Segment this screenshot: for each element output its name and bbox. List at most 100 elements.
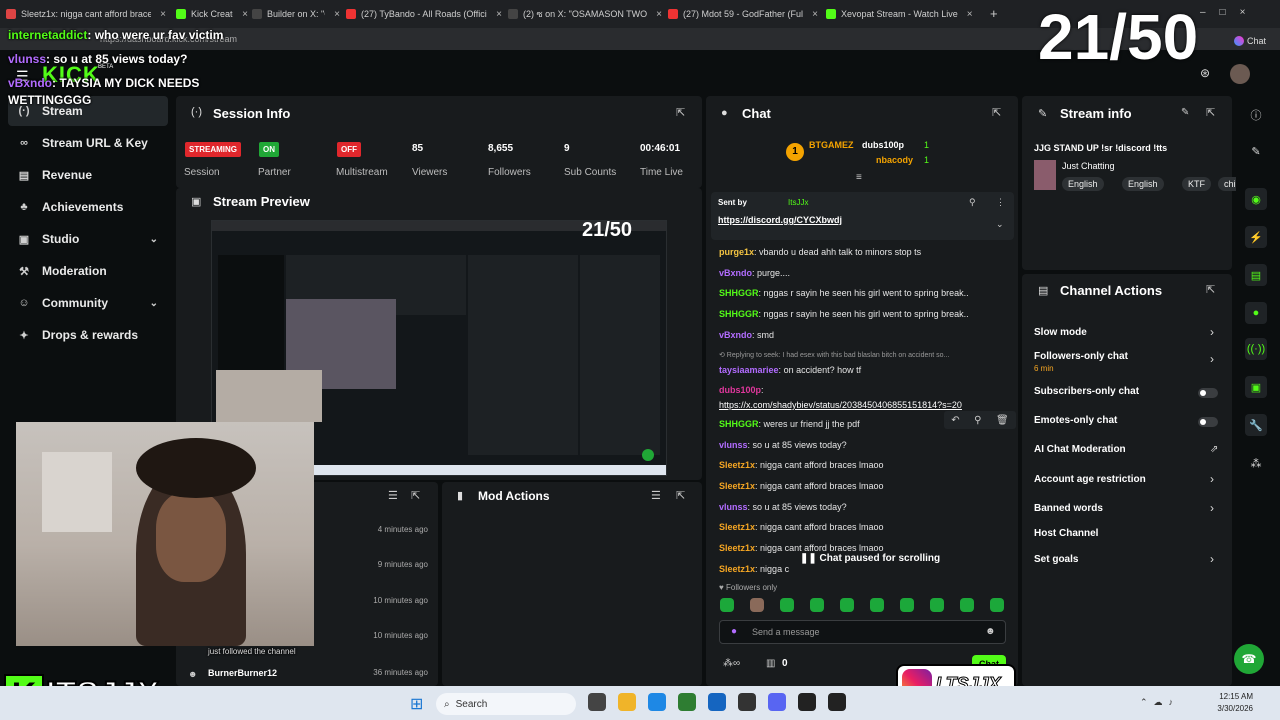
emote-icon[interactable] — [900, 598, 914, 612]
taskbar-app-icon[interactable] — [618, 693, 636, 711]
chat-popout-icon[interactable]: ⇱ — [992, 106, 1001, 119]
emotes-only-chat-toggle[interactable] — [1198, 417, 1218, 427]
emote-icon[interactable] — [750, 598, 764, 612]
taskbar-app-icon[interactable] — [648, 693, 666, 711]
reply-icon[interactable]: ↶ — [951, 415, 959, 426]
channel-action-followers-only-chat[interactable]: Followers-only chat — [1034, 351, 1128, 362]
close-tab-icon[interactable]: × — [160, 9, 166, 20]
channel-action-slow-mode[interactable]: Slow mode — [1034, 327, 1087, 338]
emote-icon[interactable] — [840, 598, 854, 612]
emote-icon[interactable] — [720, 598, 734, 612]
browser-tab[interactable]: Builder on X: "Chud st × — [252, 5, 340, 23]
chat-username[interactable]: Sleetz1x — [719, 481, 755, 491]
message-actions[interactable]: ↶ ⚲ 🗑 — [944, 411, 1016, 429]
rail-tool-icon[interactable]: ((·)) — [1245, 338, 1267, 360]
category-thumbnail[interactable] — [1034, 160, 1056, 190]
leader-name-2[interactable]: dubs100p — [862, 140, 904, 150]
chat-message[interactable]: taysiaamariee: on accident? how tf — [719, 365, 861, 375]
chevron-down-icon[interactable]: ⌄ — [150, 298, 158, 309]
taskbar-app-icon[interactable] — [768, 693, 786, 711]
chat-username[interactable]: vlunss — [719, 440, 748, 450]
help-button[interactable]: ☎ — [1234, 644, 1264, 674]
emote-icon[interactable] — [960, 598, 974, 612]
chat-username[interactable]: SHHGGR — [719, 419, 759, 429]
emoji-icon[interactable]: ☻ — [985, 626, 996, 637]
chat-username[interactable]: Sleetz1x — [719, 522, 755, 532]
chevron-right-icon[interactable]: › — [1210, 472, 1214, 486]
chat-message[interactable]: purge1x: vbando u dead ahh talk to minor… — [719, 247, 921, 257]
chevron-right-icon[interactable]: › — [1210, 501, 1214, 515]
sidebar-item-achievements[interactable]: ♣ Achievements — [8, 192, 168, 222]
emote-icon[interactable] — [810, 598, 824, 612]
points-icon[interactable]: ⁂∞ — [723, 658, 740, 669]
chat-username[interactable]: vlunss — [719, 502, 748, 512]
emote-icon[interactable] — [990, 598, 1004, 612]
chat-message[interactable]: dubs100p: — [719, 385, 764, 395]
pin-message-icon[interactable]: ⚲ — [974, 415, 981, 426]
chat-username[interactable]: SHHGGR — [719, 309, 759, 319]
sidebar-item-studio[interactable]: ▣ Studio ⌄ — [8, 224, 168, 254]
channel-action-banned-words[interactable]: Banned words — [1034, 503, 1103, 514]
chevron-right-icon[interactable]: › — [1210, 325, 1214, 339]
chevron-down-icon[interactable]: ⌄ — [150, 234, 158, 245]
filter-icon[interactable]: ☰ — [388, 489, 398, 502]
sidebar-item-community[interactable]: ☺ Community ⌄ — [8, 288, 168, 318]
browser-tab[interactable]: (27) Mdot 59 - GodFather (Full Un × — [668, 5, 818, 23]
close-tab-icon[interactable]: × — [812, 9, 818, 20]
channel-action-subscribers-only-chat[interactable]: Subscribers-only chat — [1034, 386, 1139, 397]
chat-message[interactable]: SHHGGR: nggas r sayin he seen his girl w… — [719, 288, 969, 298]
channel-action-emotes-only-chat[interactable]: Emotes-only chat — [1034, 415, 1117, 426]
popout-icon[interactable]: ⇱ — [676, 106, 685, 119]
info-popout-icon[interactable]: ⇱ — [1206, 106, 1215, 119]
chat-username[interactable]: vBxndo — [719, 330, 752, 340]
tray-icons[interactable]: ⌃☁♪ — [1140, 697, 1179, 708]
rail-tool-icon[interactable]: ▤ — [1245, 264, 1267, 286]
chat-username[interactable]: Sleetz1x — [719, 564, 755, 574]
rail-tool-icon[interactable]: ⚡ — [1245, 226, 1267, 248]
channel-action-account-age-restriction[interactable]: Account age restriction — [1034, 474, 1146, 485]
taskbar-app-icon[interactable] — [588, 693, 606, 711]
category-name[interactable]: Just Chatting — [1062, 161, 1115, 171]
rail-tool-icon[interactable]: ● — [1245, 302, 1267, 324]
chevron-down-icon[interactable]: ⌄ — [996, 219, 1004, 230]
chat-paused-banner[interactable]: ❚❚ Chat paused for scrolling — [800, 553, 940, 564]
chat-message[interactable]: Sleetz1x: nigga c — [719, 564, 789, 574]
rail-tool-icon[interactable]: ✎ — [1245, 140, 1267, 162]
pin-icon[interactable]: ⚲ — [969, 197, 976, 208]
notification-icon[interactable]: ⊛ — [1200, 66, 1210, 80]
external-link-icon[interactable]: ⇗ — [1210, 444, 1218, 455]
close-tab-icon[interactable]: × — [967, 9, 973, 20]
sidebar-item-moderation[interactable]: ⚒ Moderation — [8, 256, 168, 286]
taskbar-app-icon[interactable] — [798, 693, 816, 711]
rail-tool-icon[interactable]: ⁂ — [1245, 452, 1267, 474]
chat-username[interactable]: dubs100p — [719, 385, 761, 395]
mod-popout-icon[interactable]: ⇱ — [676, 489, 685, 502]
browser-chat-button[interactable]: Chat — [1234, 34, 1274, 48]
chat-message[interactable]: Sleetz1x: nigga cant afford braces lmaoo — [719, 543, 883, 553]
collapse-icon[interactable]: ≡ — [856, 172, 862, 183]
windows-start-icon[interactable]: ⊞ — [410, 694, 423, 714]
mic-icon[interactable]: ● — [731, 626, 737, 637]
chat-username[interactable]: Sleetz1x — [719, 460, 755, 470]
subscribers-only-chat-toggle[interactable] — [1198, 388, 1218, 398]
close-tab-icon[interactable]: × — [496, 9, 502, 20]
chevron-right-icon[interactable]: › — [1210, 552, 1214, 566]
stream-tag[interactable]: English — [1062, 177, 1104, 191]
user-avatar[interactable] — [1230, 64, 1250, 84]
emote-icon[interactable] — [780, 598, 794, 612]
chat-link[interactable]: https://x.com/shadybiev/status/203845040… — [719, 400, 962, 410]
rail-tool-icon[interactable]: ◉ — [1245, 188, 1267, 210]
delete-icon[interactable]: 🗑 — [996, 415, 1009, 426]
chat-message[interactable]: Sleetz1x: nigga cant afford braces lmaoo — [719, 522, 883, 532]
taskbar-time[interactable]: 12:15 AM — [1213, 692, 1253, 701]
chat-message[interactable]: Sleetz1x: nigga cant afford braces lmaoo — [719, 481, 883, 491]
close-tab-icon[interactable]: × — [334, 9, 340, 20]
pinned-link[interactable]: https://discord.gg/CYCXbwdj — [718, 215, 842, 225]
browser-tab[interactable]: Kick Creator Dashboard × — [176, 5, 248, 23]
activity-popout-icon[interactable]: ⇱ — [411, 489, 420, 502]
leader-name-1[interactable]: BTGAMEZ — [809, 140, 854, 150]
taskbar-app-icon[interactable] — [678, 693, 696, 711]
browser-tab[interactable]: Sleetz1x: nigga cant afford braces lmaoo… — [6, 5, 166, 23]
taskbar-app-icon[interactable] — [738, 693, 756, 711]
chevron-right-icon[interactable]: › — [1210, 352, 1214, 366]
